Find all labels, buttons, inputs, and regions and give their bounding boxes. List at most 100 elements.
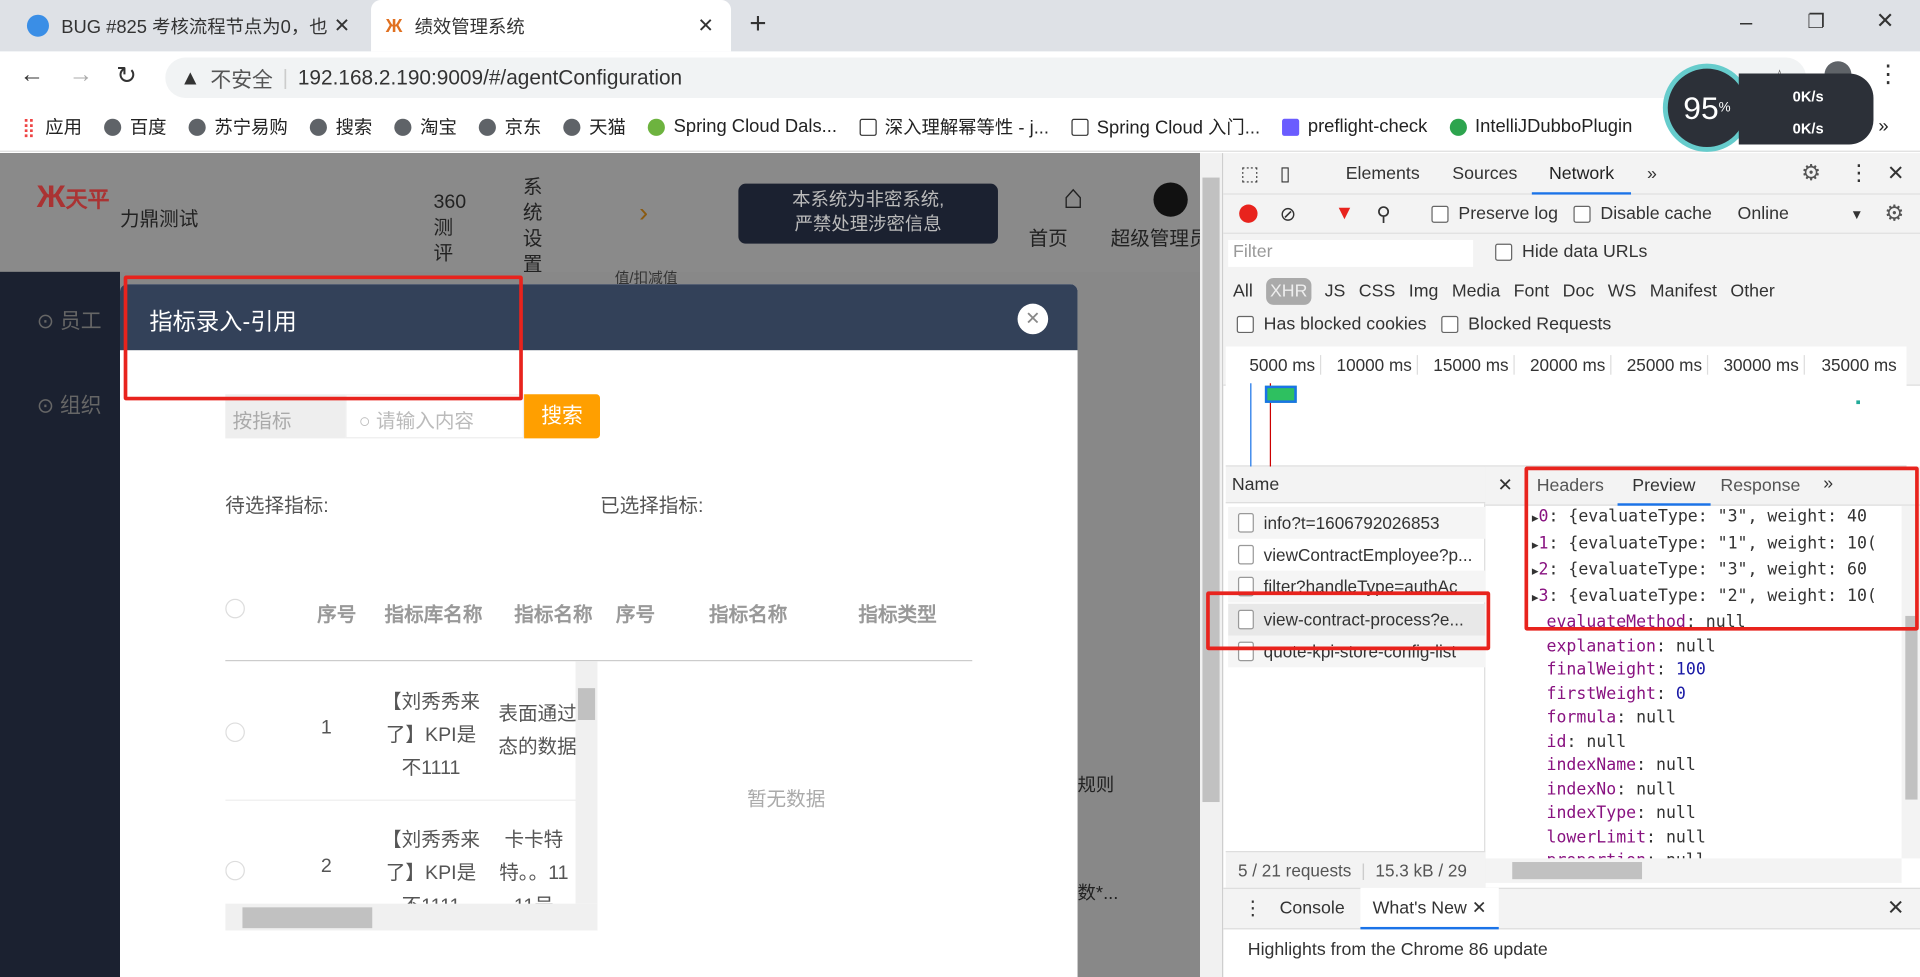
- restore-button[interactable]: ❐: [1807, 10, 1825, 34]
- chevron-right-icon[interactable]: ›: [639, 197, 648, 229]
- bookmarks-more[interactable]: »: [1878, 116, 1888, 137]
- new-tab-button[interactable]: +: [749, 7, 766, 41]
- throttle-select[interactable]: Online ▼: [1738, 204, 1864, 224]
- close-icon[interactable]: ✕: [1017, 303, 1049, 335]
- preview-prop: id: null: [1546, 731, 1627, 752]
- type-font[interactable]: Font: [1514, 282, 1550, 302]
- close-tab-icon[interactable]: ✕: [334, 13, 350, 37]
- close-tab-icon[interactable]: ✕: [697, 13, 713, 37]
- bookmark-apps[interactable]: ⣿ 应用: [22, 114, 82, 140]
- spring-icon: [647, 118, 666, 136]
- nav-360[interactable]: 360测评: [433, 190, 467, 267]
- hide-data-urls-checkbox[interactable]: Hide data URLs: [1495, 242, 1647, 262]
- horizontal-scrollbar[interactable]: [1485, 858, 1902, 883]
- app-header: Ж天平 力鼎测试 360测评 系统设置 › 本系统为非密系统, 严禁处理涉密信息 …: [0, 153, 1201, 276]
- cell-no: 1: [320, 717, 332, 739]
- bookmark[interactable]: 京东: [478, 114, 541, 140]
- browser-tab[interactable]: BUG #825 考核流程节点为0，也 ✕: [12, 0, 367, 51]
- close-detail-icon[interactable]: ✕: [1498, 474, 1513, 496]
- request-row[interactable]: viewContractEmployee?p...: [1228, 539, 1485, 571]
- sidebar-item-org[interactable]: ⊙ 组织: [37, 388, 102, 419]
- type-manifest[interactable]: Manifest: [1650, 282, 1717, 302]
- bookmark[interactable]: Spring Cloud Dals...: [647, 116, 837, 137]
- type-js[interactable]: JS: [1325, 282, 1346, 302]
- type-ws[interactable]: WS: [1608, 282, 1637, 302]
- tab-network[interactable]: Network: [1531, 152, 1632, 195]
- home-icon[interactable]: ⌂: [1063, 178, 1084, 217]
- record-icon[interactable]: [1239, 204, 1258, 223]
- bookmark[interactable]: 深入理解幂等性 - j...: [858, 114, 1049, 140]
- type-img[interactable]: Img: [1409, 282, 1439, 302]
- filter-input[interactable]: Filter: [1228, 240, 1474, 267]
- timeline-overview[interactable]: 5000 ms 10000 ms 15000 ms 20000 ms 25000…: [1225, 346, 1907, 467]
- browser-tab-active[interactable]: Ж 绩效管理系统 ✕: [371, 0, 732, 52]
- type-css[interactable]: CSS: [1359, 282, 1396, 302]
- type-other[interactable]: Other: [1730, 282, 1774, 302]
- type-xhr[interactable]: XHR: [1266, 277, 1312, 305]
- net-speed: 0K/s 0K/s: [1738, 73, 1874, 145]
- bookmark[interactable]: 百度: [104, 114, 167, 140]
- type-doc[interactable]: Doc: [1563, 282, 1595, 302]
- blocked-cookies-checkbox[interactable]: Has blocked cookies: [1236, 315, 1427, 334]
- select-all-radio[interactable]: [225, 598, 245, 619]
- search-icon[interactable]: ⚲: [1376, 201, 1390, 225]
- horizontal-scrollbar[interactable]: [225, 903, 598, 931]
- request-row[interactable]: info?t=1606792026853: [1228, 506, 1486, 539]
- bookmark[interactable]: Spring Cloud 入门...: [1071, 114, 1260, 140]
- avatar[interactable]: [1153, 182, 1188, 217]
- bookmark[interactable]: preflight-check: [1282, 116, 1427, 137]
- tab-bar: BUG #825 考核流程节点为0，也 ✕ Ж 绩效管理系统 ✕ + – ❐ ✕: [0, 0, 1920, 52]
- kebab-icon[interactable]: ⋮: [1848, 160, 1870, 186]
- home-link[interactable]: 首页: [1029, 222, 1068, 251]
- name-column-header[interactable]: Name: [1225, 466, 1486, 504]
- omnibox[interactable]: ▲ 不安全 | 192.168.2.190:9009/#/agentConfig…: [165, 57, 1807, 98]
- row-radio[interactable]: [225, 722, 245, 743]
- minimize-button[interactable]: –: [1740, 10, 1752, 36]
- device-icon[interactable]: ▯: [1280, 161, 1291, 185]
- gear-icon[interactable]: ⚙: [1801, 160, 1821, 186]
- page-scrollbar[interactable]: [1200, 153, 1223, 977]
- bg-text: 规则: [1077, 775, 1115, 796]
- gear-icon[interactable]: ⚙: [1884, 201, 1904, 227]
- menu-icon[interactable]: ⋮: [1876, 59, 1900, 90]
- tab-elements[interactable]: Elements: [1346, 163, 1420, 183]
- tab-whats-new[interactable]: What's New ✕: [1360, 887, 1499, 930]
- drawer-menu-icon[interactable]: ⋮: [1243, 896, 1263, 920]
- back-icon[interactable]: ←: [20, 61, 44, 89]
- preview-prop: indexName: null: [1546, 755, 1696, 776]
- bookmark[interactable]: 搜索: [309, 114, 372, 140]
- bg-text: 数*...: [1077, 882, 1119, 904]
- close-icon[interactable]: ✕: [1887, 161, 1904, 185]
- drawer-tabs: ⋮ Console What's New ✕ ✕: [1223, 887, 1920, 930]
- more-tabs-icon[interactable]: »: [1647, 163, 1657, 183]
- user-name[interactable]: 超级管理员: [1111, 222, 1200, 251]
- clear-icon[interactable]: ⊘: [1280, 201, 1296, 225]
- vertical-scrollbar[interactable]: [575, 661, 598, 904]
- search-button[interactable]: 搜索: [524, 394, 601, 439]
- bookmark[interactable]: 苏宁易购: [188, 114, 288, 140]
- status-bar: 5 / 21 requests | 15.3 kB / 29: [1225, 851, 1486, 888]
- table-row[interactable]: 1 【刘秀秀来 了】KPI是 不1111 表面通过 态的数据: [225, 661, 577, 801]
- type-all[interactable]: All: [1233, 282, 1253, 302]
- blocked-requests-checkbox[interactable]: Blocked Requests: [1441, 315, 1611, 334]
- bookmark[interactable]: IntelliJDubboPlugin: [1449, 116, 1632, 137]
- tab-sources[interactable]: Sources: [1452, 163, 1517, 183]
- tab-console[interactable]: Console: [1280, 899, 1345, 919]
- forward-icon[interactable]: →: [69, 61, 93, 89]
- nav-system-settings[interactable]: 系统设置: [523, 175, 543, 278]
- search-input[interactable]: ○ 请输入内容: [345, 394, 525, 439]
- filter-icon[interactable]: ▼: [1335, 203, 1354, 225]
- bookmark[interactable]: 淘宝: [394, 114, 457, 140]
- row-radio[interactable]: [225, 860, 245, 881]
- inspect-icon[interactable]: ⬚: [1240, 161, 1259, 185]
- close-drawer-icon[interactable]: ✕: [1887, 896, 1904, 920]
- search-type-select[interactable]: 按指标: [225, 394, 346, 439]
- type-media[interactable]: Media: [1452, 282, 1500, 302]
- close-window-button[interactable]: ✕: [1876, 9, 1894, 35]
- preserve-log-checkbox[interactable]: Preserve log: [1431, 204, 1558, 223]
- bookmark[interactable]: 天猫: [563, 114, 626, 140]
- close-icon[interactable]: ✕: [1472, 899, 1487, 919]
- sidebar-item-employee[interactable]: ⊙ 员工: [37, 304, 102, 335]
- disable-cache-checkbox[interactable]: Disable cache: [1573, 204, 1712, 223]
- reload-icon[interactable]: ↻: [116, 60, 137, 91]
